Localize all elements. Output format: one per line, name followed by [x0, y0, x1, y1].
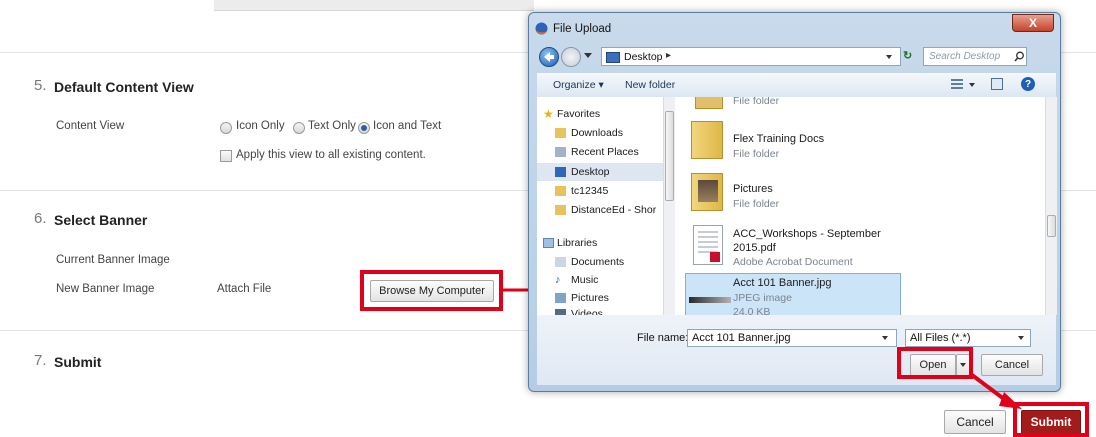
view-options-icon[interactable] — [951, 79, 963, 89]
folder-icon — [691, 121, 723, 159]
address-text: Desktop — [624, 51, 663, 63]
file-name-value: Acct 101 Banner.jpg — [692, 332, 791, 344]
libraries-icon — [543, 238, 554, 248]
content-view-label: Content View — [56, 120, 125, 132]
apply-all-checkbox[interactable] — [220, 150, 232, 162]
nav-libraries[interactable]: Libraries — [557, 237, 597, 249]
breadcrumb-chevron-icon: ▸ — [666, 50, 672, 61]
file-type: File folder — [733, 148, 780, 160]
file-scroll-thumb[interactable] — [1047, 215, 1056, 237]
nav-tc12345[interactable]: tc12345 — [571, 185, 608, 197]
file-highlight-box — [683, 266, 899, 314]
back-icon[interactable] — [539, 47, 559, 67]
dialog-toolbar: Organize ▾ New folder ? — [537, 73, 1056, 98]
star-icon: ★ — [543, 107, 554, 121]
pictures-folder-icon — [691, 173, 723, 211]
pdf-lines-icon — [698, 231, 718, 253]
section-7-number: 7. — [34, 352, 47, 369]
file-name[interactable]: Flex Training Docs — [733, 133, 824, 145]
search-icon[interactable] — [1014, 51, 1025, 62]
nav-scroll-thumb[interactable] — [665, 111, 674, 201]
nav-favorites[interactable]: Favorites — [557, 108, 600, 120]
file-name[interactable]: Pictures — [733, 183, 773, 195]
file-type: File folder — [733, 198, 780, 210]
nav-recent-places[interactable]: Recent Places — [571, 146, 639, 158]
file-type-filter[interactable]: All Files (*.*) — [905, 329, 1031, 347]
new-banner-label: New Banner Image — [56, 283, 155, 295]
dialog-title: File Upload — [553, 23, 612, 35]
forward-icon[interactable] — [561, 47, 581, 67]
acrobat-icon — [710, 252, 720, 262]
file-upload-dialog: File Upload X Desktop ▸ ↻ Search Desktop… — [528, 12, 1061, 392]
text-only-radio[interactable] — [293, 122, 305, 134]
recent-places-icon — [555, 147, 566, 157]
user-folder-icon — [555, 186, 566, 196]
file-name[interactable]: ACC_Workshops - September — [733, 228, 881, 240]
file-name-line2[interactable]: 2015.pdf — [733, 242, 776, 254]
file-name-input[interactable]: Acct 101 Banner.jpg — [687, 329, 897, 347]
documents-icon — [555, 257, 566, 267]
search-input[interactable]: Search Desktop — [923, 47, 1027, 66]
current-banner-label: Current Banner Image — [56, 254, 170, 266]
picture-thumb-icon — [698, 180, 718, 202]
cancel-button[interactable]: Cancel — [944, 410, 1006, 434]
desktop-nav-icon — [555, 167, 566, 177]
firefox-icon — [535, 22, 548, 35]
music-icon: ♪ — [555, 274, 561, 286]
nav-distanceed[interactable]: DistanceEd - Shor — [571, 204, 656, 216]
file-name-label: File name: — [637, 332, 689, 344]
folder-icon — [555, 205, 566, 215]
file-name-dropdown-icon[interactable] — [882, 336, 888, 340]
section-7-title: Submit — [54, 354, 102, 370]
nav-videos[interactable]: Videos — [571, 308, 603, 315]
new-folder-button[interactable]: New folder — [625, 79, 675, 91]
file-type: File folder — [733, 97, 780, 107]
section-5-title: Default Content View — [54, 79, 194, 95]
nav-documents[interactable]: Documents — [571, 256, 624, 268]
view-dropdown-icon[interactable] — [969, 83, 975, 87]
close-button[interactable]: X — [1012, 14, 1054, 32]
section-6-title: Select Banner — [54, 212, 148, 228]
refresh-icon[interactable]: ↻ — [903, 49, 912, 62]
top-scroll-bar — [214, 0, 534, 11]
text-only-label: Text Only — [308, 120, 356, 132]
folder-icon — [695, 97, 723, 109]
icon-only-radio[interactable] — [220, 122, 232, 134]
section-6-number: 6. — [34, 210, 47, 227]
browse-highlight-box — [360, 270, 503, 311]
icon-and-text-radio[interactable] — [358, 122, 370, 134]
nav-scrollbar[interactable] — [663, 97, 675, 315]
icon-and-text-label: Icon and Text — [373, 120, 442, 132]
organize-menu[interactable]: Organize ▾ — [553, 79, 604, 91]
arrow-to-submit — [970, 373, 1022, 409]
address-dropdown-icon[interactable] — [886, 55, 892, 59]
desktop-icon — [606, 52, 620, 63]
navigation-pane: ★ Favorites Downloads Recent Places Desk… — [537, 97, 676, 319]
section-5-number: 5. — [34, 77, 47, 94]
preview-pane-icon[interactable] — [991, 78, 1003, 90]
pdf-file-icon — [693, 225, 723, 265]
filter-value: All Files (*.*) — [910, 332, 971, 344]
filter-dropdown-icon[interactable] — [1018, 336, 1024, 340]
nav-music[interactable]: Music — [571, 274, 598, 286]
downloads-icon — [555, 128, 566, 138]
history-dropdown-icon[interactable] — [584, 53, 592, 58]
pictures-icon — [555, 293, 566, 303]
help-icon[interactable]: ? — [1021, 77, 1035, 91]
attach-file-label: Attach File — [217, 283, 272, 295]
icon-only-label: Icon Only — [236, 120, 285, 132]
file-list-scrollbar[interactable] — [1045, 97, 1057, 315]
nav-pictures[interactable]: Pictures — [571, 292, 609, 304]
nav-desktop[interactable]: Desktop — [571, 166, 610, 178]
address-bar[interactable]: Desktop ▸ — [601, 47, 901, 66]
apply-all-label: Apply this view to all existing content. — [236, 149, 426, 161]
nav-downloads[interactable]: Downloads — [571, 127, 623, 139]
open-highlight-box — [897, 347, 973, 379]
